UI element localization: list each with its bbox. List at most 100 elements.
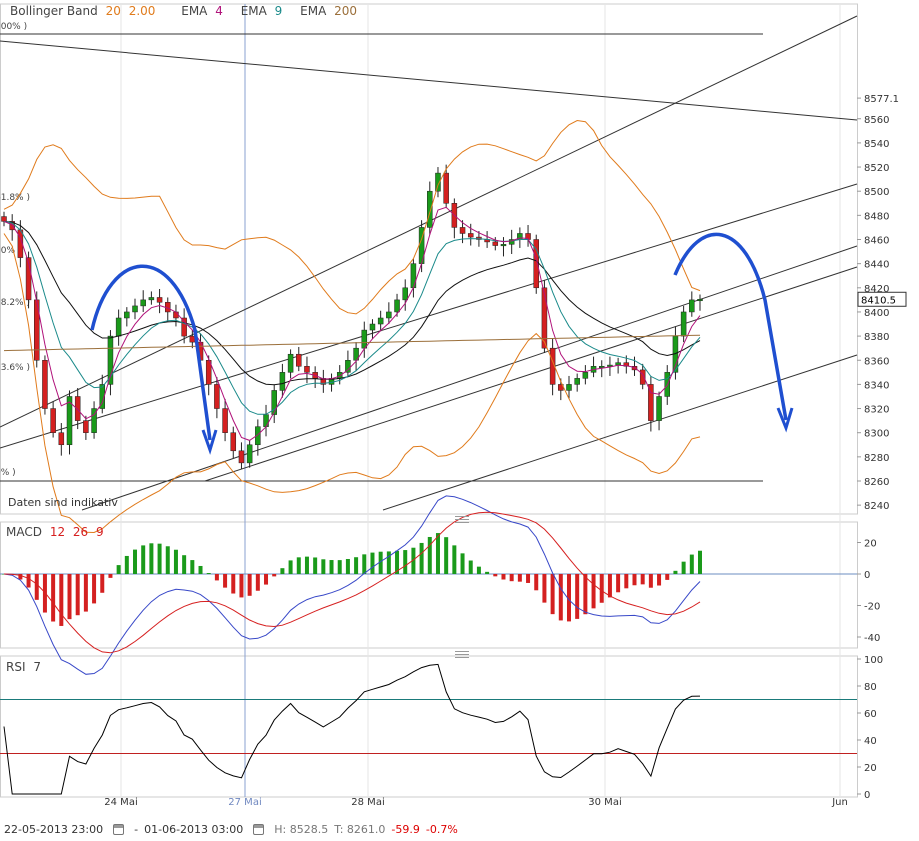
- change-pct: -0.7%: [425, 823, 458, 836]
- candle-body: [132, 305, 138, 313]
- candle-body: [459, 227, 466, 234]
- candle-body: [246, 444, 253, 464]
- macd-legend: MACD 12 26 9: [6, 525, 108, 539]
- macd-histogram-bar: [362, 554, 367, 574]
- macd-histogram-bar: [632, 574, 637, 586]
- macd-histogram-bar: [264, 574, 269, 585]
- candle-body: [148, 297, 155, 301]
- footer-bar: 22-05-2013 23:00 - 01-06-2013 03:00 H: 8…: [0, 818, 919, 841]
- y-tick-label: 8260: [864, 477, 889, 488]
- date-from: 22-05-2013 23:00: [4, 823, 104, 836]
- rsi-y-label: 40: [864, 736, 877, 747]
- candle-body: [394, 299, 400, 313]
- macd-histogram-bar: [665, 574, 670, 580]
- calendar-to-icon[interactable]: [253, 824, 265, 835]
- pane-resize-handle-macd[interactable]: [455, 516, 469, 523]
- macd-histogram-bar: [468, 560, 473, 574]
- macd-p1: 12: [49, 525, 66, 539]
- y-tick-label: 8560: [864, 115, 889, 126]
- candle-body: [467, 233, 474, 238]
- macd-histogram-bar: [501, 574, 506, 580]
- macd-histogram-bar: [689, 554, 694, 574]
- macd-histogram-bar: [698, 550, 702, 574]
- candle-body: [443, 172, 449, 204]
- candle-body: [656, 396, 662, 421]
- macd-histogram-bar: [272, 574, 277, 577]
- trend-line: [0, 40, 858, 121]
- pane-resize-handle-rsi[interactable]: [455, 651, 469, 658]
- candle-body: [689, 299, 695, 313]
- ema1-label: EMA: [181, 4, 208, 18]
- macd-histogram-bar: [419, 542, 424, 574]
- macd-histogram-bar: [247, 574, 252, 596]
- y-tick-label: 8320: [864, 405, 889, 416]
- candle-body: [574, 378, 580, 385]
- rsi-y-label: 100: [864, 655, 883, 666]
- macd-histogram-bar: [288, 560, 293, 574]
- macd-histogram-bar: [345, 558, 350, 574]
- date-to: 01-06-2013 03:00: [144, 823, 244, 836]
- macd-histogram-bar: [124, 555, 129, 574]
- macd-histogram-bar: [214, 574, 219, 581]
- macd-histogram-bar: [141, 545, 146, 574]
- macd-histogram-bar: [517, 574, 522, 582]
- price-badge-label: 8410.5: [861, 295, 896, 306]
- chart-canvas: 24 Mai 27 Mai 28 Mai 30 Mai Jun 8240 8260 8280 8…: [0, 3, 907, 808]
- y-tick-label: 8280: [864, 453, 889, 464]
- macd-histogram-bar: [280, 568, 285, 574]
- rsi-y-label: 60: [864, 709, 877, 720]
- trend-line: [81, 245, 858, 511]
- candle-body: [402, 287, 408, 301]
- macd-histogram-bar: [616, 574, 621, 593]
- date-separator: -: [134, 823, 139, 836]
- x-tick-label: Jun: [831, 797, 848, 808]
- macd-histogram-bar: [476, 566, 481, 574]
- calendar-from-icon[interactable]: [113, 824, 125, 835]
- y-tick-label: 8480: [864, 211, 889, 222]
- macd-histogram-bar: [75, 574, 80, 616]
- candle-body: [566, 384, 572, 391]
- macd-histogram-bar: [542, 574, 547, 603]
- y-tick-label: 8380: [864, 332, 889, 343]
- rsi-y-label: 80: [864, 682, 877, 693]
- rsi-y-label: 0: [864, 790, 870, 801]
- macd-histogram-bar: [83, 574, 88, 612]
- low-value: T: 8261.0: [334, 823, 386, 836]
- candle-body: [1, 216, 7, 222]
- macd-y-label: -40: [864, 633, 880, 644]
- macd-histogram-bar: [190, 560, 195, 574]
- macd-histogram-bar: [403, 550, 408, 574]
- macd-histogram-bar: [550, 574, 555, 615]
- macd-y-label: -20: [864, 602, 880, 613]
- candle-body: [386, 311, 392, 319]
- candle-body: [173, 311, 179, 319]
- macd-histogram-bar: [370, 552, 375, 574]
- fib-label: 0% ): [0, 468, 16, 478]
- candle-body: [492, 241, 499, 246]
- y-tick-label: 8500: [864, 187, 889, 198]
- candle-body: [124, 311, 130, 319]
- macd-histogram-bar: [558, 574, 563, 621]
- macd-histogram-bar: [575, 574, 580, 619]
- y-tick-label: 8577.1: [864, 94, 899, 105]
- macd-histogram-bar: [427, 536, 432, 574]
- ema3-value: 200: [334, 4, 358, 18]
- candle-body: [500, 244, 507, 247]
- macd-histogram-bar: [51, 574, 56, 622]
- candle-body: [287, 353, 294, 373]
- macd-histogram-bar: [198, 565, 203, 574]
- macd-histogram-bar: [255, 574, 260, 591]
- macd-histogram-bar: [640, 574, 645, 585]
- candle-body: [345, 360, 351, 373]
- macd-histogram-bar: [59, 574, 64, 626]
- y-tick-label: 8460: [864, 236, 889, 247]
- macd-histogram-bar: [116, 565, 121, 574]
- macd-histogram-bar: [239, 574, 244, 598]
- candle-body: [304, 366, 310, 373]
- fib-label: 100% ): [0, 22, 27, 32]
- y-tick-label: 8520: [864, 163, 889, 174]
- candle-body: [58, 432, 65, 446]
- x-tick-label: 30 Mai: [588, 797, 621, 808]
- macd-histogram-bar: [673, 570, 678, 574]
- ema2-label: EMA: [240, 4, 267, 18]
